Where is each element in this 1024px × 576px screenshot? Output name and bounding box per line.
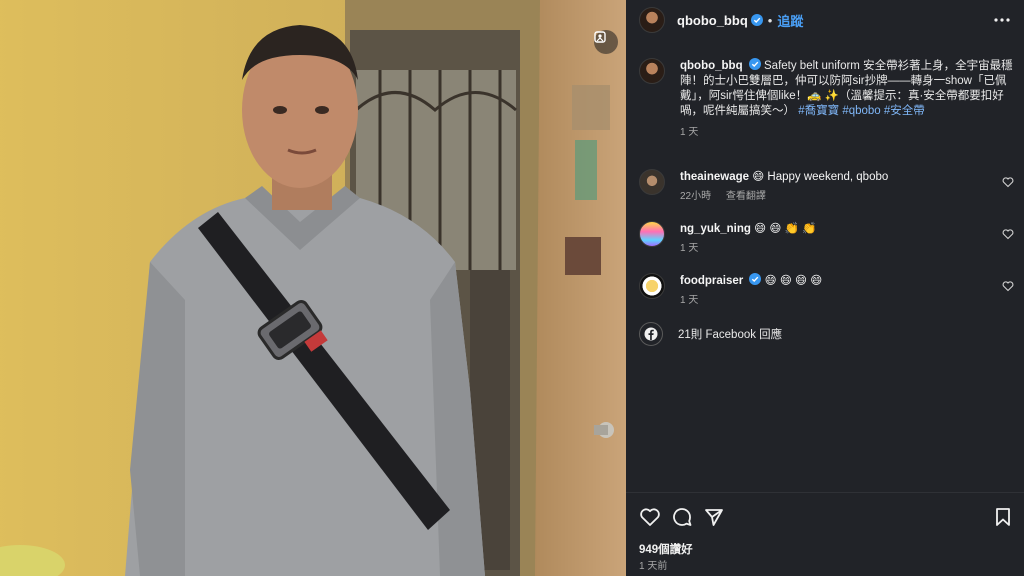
- paper-plane-icon[interactable]: [703, 506, 725, 528]
- comment-item: theainewage 😄 Happy weekend, qbobo 22小時 …: [639, 169, 1014, 205]
- tagged-media-icon[interactable]: [594, 30, 618, 54]
- facebook-icon: [639, 322, 663, 346]
- translate-link[interactable]: 查看翻譯: [726, 191, 766, 202]
- comment-text: 😄 Happy weekend, qbobo: [752, 171, 889, 183]
- heart-icon[interactable]: [1002, 228, 1014, 240]
- verified-badge-icon: [750, 14, 763, 26]
- comment-time[interactable]: 1 天: [680, 295, 698, 306]
- more-horizontal-icon[interactable]: [992, 10, 1012, 30]
- comment-meta: 1 天: [680, 241, 816, 257]
- caption-author-avatar[interactable]: [639, 58, 665, 84]
- heart-icon[interactable]: [1002, 280, 1014, 292]
- post-timestamp[interactable]: 1 天前: [639, 557, 667, 572]
- post-header: qbobo_bbq • 追蹤: [626, 0, 1024, 40]
- comment-bubble-icon[interactable]: [671, 506, 693, 528]
- hashtag-link[interactable]: #喬寶寶: [798, 105, 839, 117]
- heart-icon[interactable]: [639, 506, 661, 528]
- verified-badge-icon: [748, 58, 761, 70]
- comment-body: theainewage 😄 Happy weekend, qbobo 22小時 …: [680, 169, 888, 205]
- comment-item: foodpraiser 😄 😄 😄 😄 1 天: [639, 273, 1014, 309]
- verified-badge-icon: [749, 273, 762, 285]
- facebook-replies-row[interactable]: 21則 Facebook 回應: [639, 322, 782, 346]
- caption-username[interactable]: qbobo_bbq: [680, 60, 743, 72]
- comment-text: 😄 😄 😄 😄: [764, 275, 823, 287]
- comment-time[interactable]: 1 天: [680, 243, 698, 254]
- comment-item: ng_yuk_ning 😄 😄 👏 👏 1 天: [639, 221, 1014, 257]
- hashtag-link[interactable]: #安全帶: [884, 105, 925, 117]
- post-photo[interactable]: [0, 0, 626, 576]
- comment-meta: 1 天: [680, 293, 822, 309]
- post-actions: [639, 506, 1014, 528]
- bookmark-icon[interactable]: [992, 506, 1014, 528]
- instagram-post-viewer: qbobo_bbq • 追蹤 qbobo_bbq Safety belt uni…: [0, 0, 1024, 576]
- photo-illustration: [0, 0, 626, 576]
- commenter-username[interactable]: foodpraiser: [680, 275, 743, 287]
- author-username[interactable]: qbobo_bbq: [677, 13, 748, 28]
- commenter-username[interactable]: theainewage: [680, 171, 749, 183]
- comment-time[interactable]: 22小時: [680, 191, 711, 202]
- commenter-username[interactable]: ng_yuk_ning: [680, 223, 751, 235]
- follow-button[interactable]: 追蹤: [777, 11, 803, 30]
- comment-meta: 22小時 查看翻譯: [680, 189, 888, 205]
- commenter-avatar[interactable]: [639, 221, 665, 247]
- author-avatar[interactable]: [639, 7, 665, 33]
- comment-body: foodpraiser 😄 😄 😄 😄 1 天: [680, 273, 822, 309]
- comment-text: 😄 😄 👏 👏: [754, 223, 817, 235]
- actions-divider: [626, 492, 1024, 493]
- hashtag-link[interactable]: #qbobo: [842, 105, 880, 117]
- caption-timestamp[interactable]: 1 天: [680, 125, 1014, 140]
- like-count[interactable]: 949個讚好: [639, 541, 693, 557]
- heart-icon[interactable]: [1002, 176, 1014, 188]
- commenter-avatar[interactable]: [639, 169, 665, 195]
- caption-body: qbobo_bbq Safety belt uniform 安全帶衫著上身，全宇…: [680, 58, 1014, 140]
- comment-body: ng_yuk_ning 😄 😄 👏 👏 1 天: [680, 221, 816, 257]
- facebook-replies-link[interactable]: 21則 Facebook 回應: [678, 326, 782, 342]
- post-side-panel: qbobo_bbq • 追蹤 qbobo_bbq Safety belt uni…: [626, 0, 1024, 576]
- commenter-avatar[interactable]: [639, 273, 665, 299]
- separator-dot: •: [767, 12, 773, 28]
- post-caption: qbobo_bbq Safety belt uniform 安全帶衫著上身，全宇…: [639, 58, 1014, 140]
